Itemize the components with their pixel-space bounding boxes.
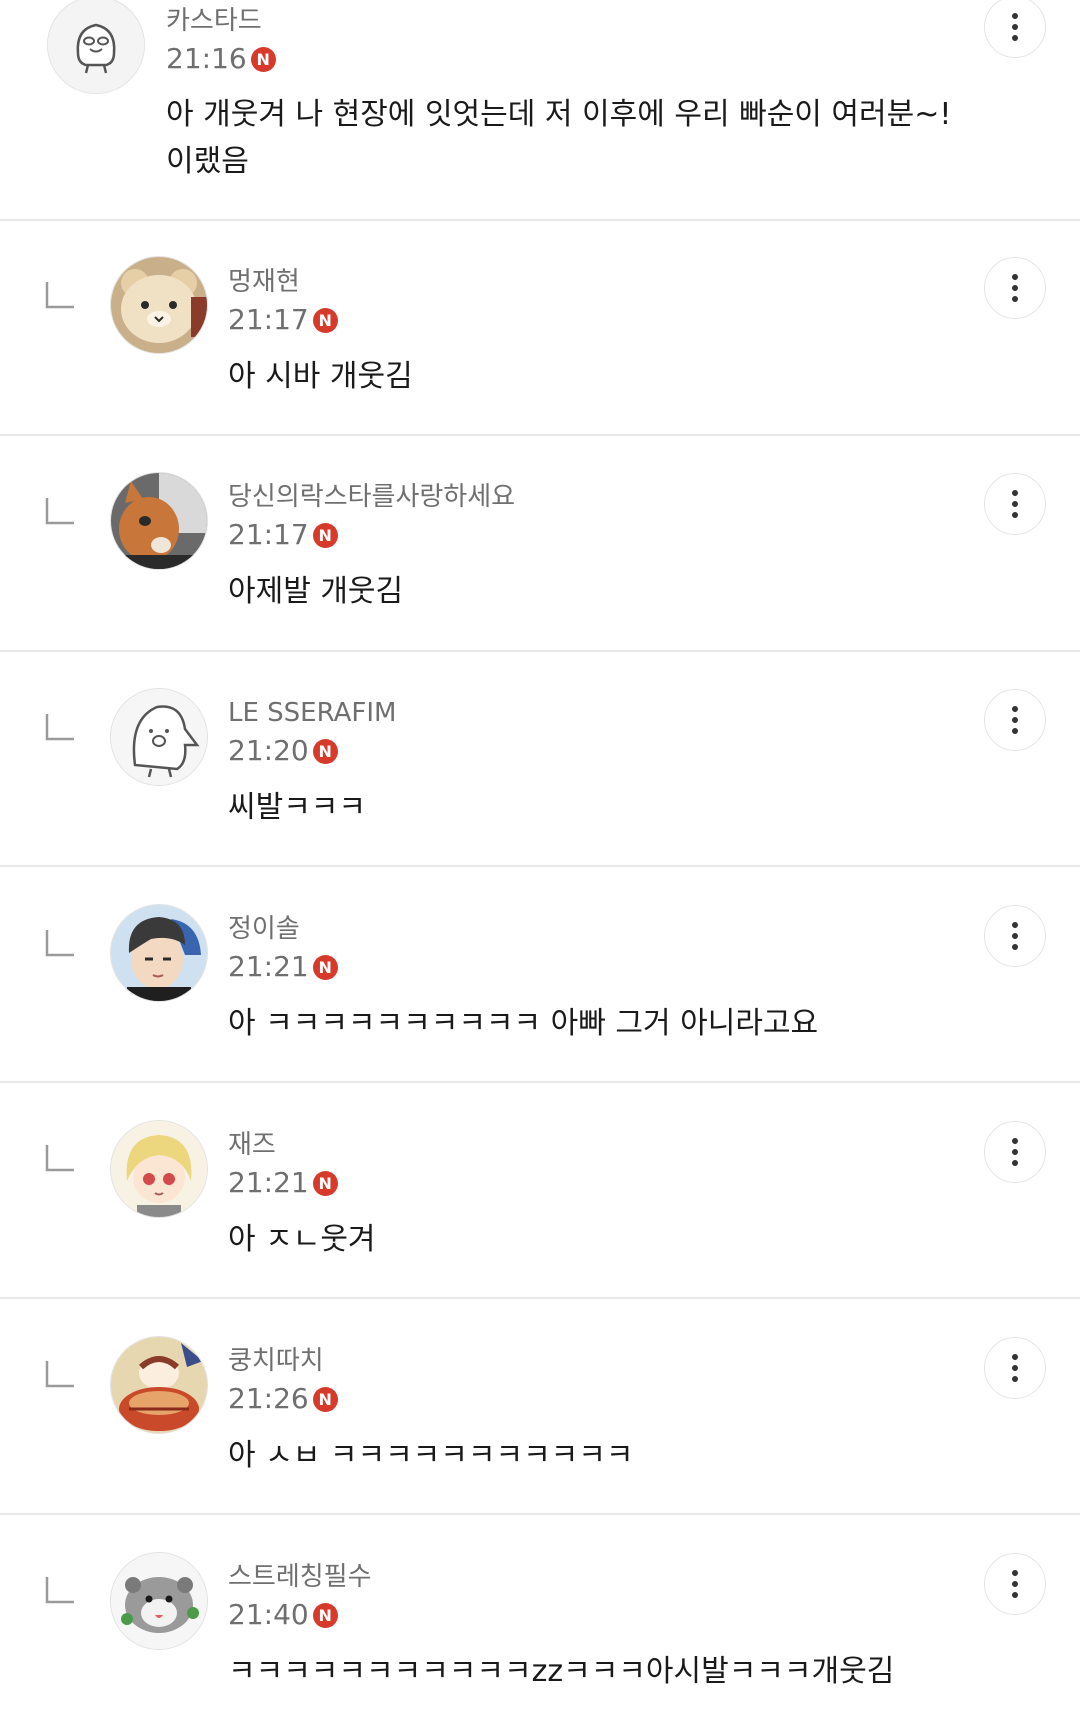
reply-arrow-icon (44, 496, 76, 526)
reply-arrow-icon (44, 1143, 76, 1173)
more-options-button[interactable] (984, 473, 1046, 535)
new-badge: N (312, 1386, 338, 1412)
comment-time: 21:26 (228, 1382, 309, 1415)
comment-time: 21:21 (228, 950, 309, 983)
new-badge: N (312, 738, 338, 764)
comment-time: 21:16 (166, 42, 247, 75)
more-vertical-icon (1012, 706, 1018, 712)
divider (0, 434, 1080, 436)
comment-text: 아 ㅈㄴ웃겨 (228, 1222, 376, 1257)
new-badge: N (312, 1602, 338, 1628)
comment-text: 아 ㅅㅂ ㅋㅋㅋㅋㅋㅋㅋㅋㅋㅋㅋ (228, 1438, 634, 1473)
avatar[interactable] (110, 1336, 208, 1434)
more-options-button[interactable] (984, 1553, 1046, 1615)
comment-meta: 21:40 N (228, 1598, 338, 1632)
comment-item: 카스타드 21:16 N 아 개웃겨 나 현장에 잇엇는데 저 이후에 우리 빠… (0, 0, 1080, 220)
comment-text: 아 개웃겨 나 현장에 잇엇는데 저 이후에 우리 빠순이 여러분~! (166, 97, 952, 132)
divider (0, 1297, 1080, 1299)
reply-arrow-icon (44, 712, 76, 742)
author-name[interactable]: 멍재현 (228, 265, 300, 299)
author-name[interactable]: 스트레칭필수 (228, 1560, 372, 1594)
new-badge: N (312, 954, 338, 980)
comment-meta: 21:16 N (166, 42, 276, 76)
author-name[interactable]: 정이솔 (228, 912, 300, 946)
author-name[interactable]: 카스타드 (166, 4, 262, 38)
new-badge: N (312, 522, 338, 548)
reply-arrow-icon (44, 928, 76, 958)
cat-avatar-icon (111, 473, 207, 569)
more-options-button[interactable] (984, 0, 1046, 58)
comment-text: 아 시바 개웃김 (228, 359, 413, 394)
comment-text-line2: 이랬음 (166, 144, 249, 179)
avatar[interactable] (110, 688, 208, 786)
more-vertical-icon (1012, 13, 1018, 19)
author-name[interactable]: 재즈 (228, 1128, 276, 1162)
comment-meta: 21:21 N (228, 950, 338, 984)
divider (0, 219, 1080, 221)
comment-time: 21:20 (228, 734, 309, 767)
avatar[interactable] (110, 472, 208, 570)
blonde-character-avatar-icon (111, 1121, 207, 1217)
ghost-avatar-icon (48, 0, 144, 93)
more-vertical-icon (1012, 1570, 1018, 1576)
reply-arrow-icon (44, 1575, 76, 1605)
more-vertical-icon (1012, 1138, 1018, 1144)
more-options-button[interactable] (984, 905, 1046, 967)
boy-avatar-icon (111, 905, 207, 1001)
author-name[interactable]: 쿵치따치 (228, 1344, 324, 1378)
comment-text: 씨발ㅋㅋㅋ (228, 790, 366, 825)
comment-text: ㅋㅋㅋㅋㅋㅋㅋㅋㅋㅋㅋzzㅋㅋㅋ아시발ㅋㅋㅋ개웃김 (228, 1654, 895, 1689)
more-options-button[interactable] (984, 1337, 1046, 1399)
divider (0, 1081, 1080, 1083)
reply-arrow-icon (44, 280, 76, 310)
avatar[interactable] (110, 904, 208, 1002)
comment-time: 21:17 (228, 303, 309, 336)
new-badge: N (312, 1170, 338, 1196)
new-badge: N (250, 46, 276, 72)
author-name[interactable]: 당신의락스타를사랑하세요 (228, 480, 515, 514)
avatar[interactable] (110, 1552, 208, 1650)
more-options-button[interactable] (984, 689, 1046, 751)
hamster-avatar-icon (111, 1553, 207, 1649)
penguin-avatar-icon (111, 689, 207, 785)
avatar[interactable] (47, 0, 145, 94)
drummer-avatar-icon (111, 1337, 207, 1433)
comment-meta: 21:21 N (228, 1166, 338, 1200)
divider (0, 865, 1080, 867)
comment-meta: 21:26 N (228, 1382, 338, 1416)
avatar[interactable] (110, 1120, 208, 1218)
more-options-button[interactable] (984, 1121, 1046, 1183)
more-options-button[interactable] (984, 257, 1046, 319)
author-name[interactable]: LE SSERAFIM (228, 696, 396, 730)
avatar[interactable] (110, 256, 208, 354)
comment-time: 21:40 (228, 1598, 309, 1631)
comment-text: 아제발 개웃김 (228, 574, 404, 609)
comment-time: 21:17 (228, 518, 309, 551)
new-badge: N (312, 307, 338, 333)
comment-meta: 21:20 N (228, 734, 338, 768)
divider (0, 1513, 1080, 1515)
comment-meta: 21:17 N (228, 518, 338, 552)
more-vertical-icon (1012, 922, 1018, 928)
more-vertical-icon (1012, 490, 1018, 496)
comment-text: 아 ㅋㅋㅋㅋㅋㅋㅋㅋㅋㅋ 아빠 그거 아니라고요 (228, 1006, 819, 1041)
more-vertical-icon (1012, 274, 1018, 280)
more-vertical-icon (1012, 1354, 1018, 1360)
comment-meta: 21:17 N (228, 303, 338, 337)
reply-arrow-icon (44, 1359, 76, 1389)
divider (0, 650, 1080, 652)
bear-avatar-icon (111, 257, 207, 353)
comment-time: 21:21 (228, 1166, 309, 1199)
